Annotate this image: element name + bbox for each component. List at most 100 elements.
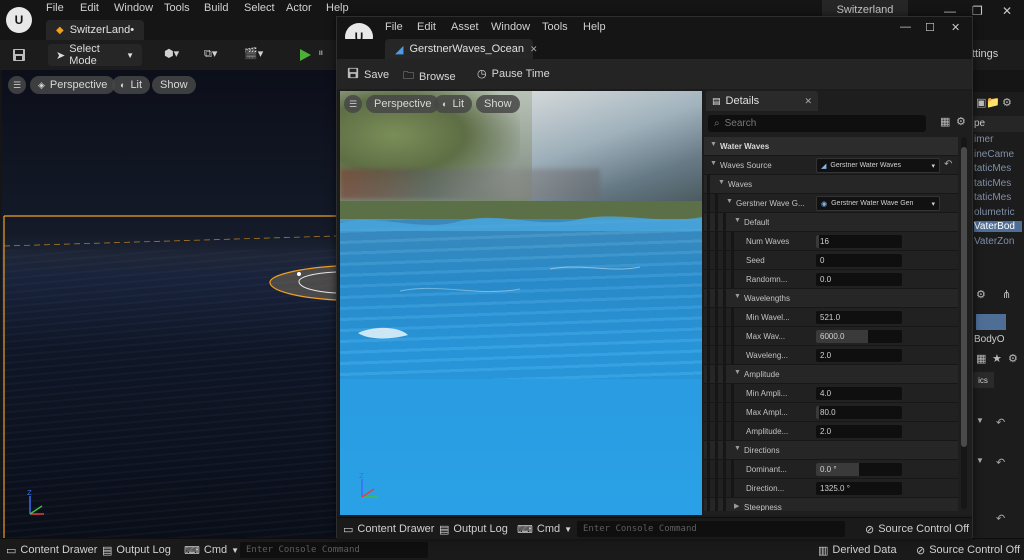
console-input[interactable]: Enter Console Command bbox=[577, 521, 845, 537]
source-control-button[interactable]: ⊘ Source Control Off bbox=[916, 542, 1020, 558]
maximize-icon[interactable]: ☐ bbox=[925, 21, 935, 34]
level-tab[interactable]: ◆ SwitzerLand• bbox=[46, 20, 145, 40]
property-row[interactable]: ▼ Gerstner Wave G... ◉ Gerstner Water Wave … bbox=[704, 194, 958, 213]
grid-icon[interactable]: ▦ bbox=[976, 352, 986, 365]
content-drawer-button[interactable]: ▭ Content Drawer bbox=[343, 521, 434, 537]
outliner-item[interactable]: VaterZon bbox=[974, 236, 1014, 247]
select-mode-dropdown[interactable]: ➤ Select Mode ▼ bbox=[48, 43, 142, 67]
outliner-item[interactable]: ineCame bbox=[974, 149, 1014, 160]
folder-icon[interactable]: 📁 bbox=[986, 96, 1000, 109]
menu-item[interactable]: Actor bbox=[286, 2, 312, 14]
outliner-item[interactable]: taticMes bbox=[974, 163, 1011, 174]
menu-item[interactable]: File bbox=[46, 2, 64, 14]
component-selected[interactable] bbox=[976, 314, 1006, 330]
table-view-icon[interactable]: ▦ bbox=[940, 115, 950, 128]
property-combo[interactable]: ◉ Gerstner Water Wave Gen ▾ bbox=[816, 196, 940, 211]
collapse-arrow-icon[interactable]: ▼ bbox=[734, 369, 741, 376]
close-window-icon[interactable]: ✕ bbox=[1002, 4, 1012, 18]
numeric-input[interactable]: 0.0 bbox=[816, 273, 902, 286]
numeric-input[interactable]: 2.0 bbox=[816, 425, 902, 438]
collapse-arrow-icon[interactable]: ▼ bbox=[734, 445, 741, 452]
menu-item[interactable]: Select bbox=[244, 2, 275, 14]
menu-item[interactable]: Asset bbox=[451, 21, 479, 33]
menu-item[interactable]: Tools bbox=[164, 2, 190, 14]
reset-arrow-icon[interactable]: ↶ bbox=[996, 456, 1005, 469]
minimize-icon[interactable]: — bbox=[900, 21, 911, 33]
gear-icon[interactable]: ⚙ bbox=[956, 115, 966, 128]
property-category[interactable]: ▼ Directions bbox=[704, 441, 958, 460]
level-viewport[interactable]: ☰ ◈ Perspective ◐ Lit Show Z bbox=[2, 70, 336, 538]
details-scroll-thumb[interactable] bbox=[961, 147, 967, 447]
viewport-menu-button[interactable]: ☰ bbox=[8, 76, 26, 94]
browse-button[interactable]: 🗀 Browse bbox=[403, 67, 456, 86]
menu-item[interactable]: Build bbox=[204, 2, 228, 14]
content-drawer-button[interactable]: ▭ Content Drawer bbox=[6, 542, 97, 558]
close-tab-icon[interactable]: ✕ bbox=[804, 96, 812, 107]
collapse-arrow-icon[interactable]: ▼ bbox=[726, 198, 733, 205]
property-row[interactable]: ▼ Waves Source ◢ Gerstner Water Waves ▾ ↶ bbox=[704, 156, 958, 175]
reset-arrow-icon[interactable]: ↶ bbox=[996, 512, 1005, 525]
show-button[interactable]: Show bbox=[152, 76, 196, 94]
expand-arrow-icon[interactable]: ▶ bbox=[734, 502, 739, 510]
numeric-input[interactable]: 2.0 bbox=[816, 349, 902, 362]
asset-tab[interactable]: ◢ GerstnerWaves_Ocean ✕ bbox=[385, 39, 538, 59]
menu-item[interactable]: Tools bbox=[542, 21, 568, 33]
property-category[interactable]: ▼ Water Waves bbox=[704, 137, 958, 156]
cinematics-icon[interactable]: 🎬▾ bbox=[244, 47, 263, 60]
numeric-input[interactable]: 80.0 bbox=[816, 406, 902, 419]
menu-item[interactable]: Edit bbox=[80, 2, 99, 14]
property-row[interactable]: Waveleng... 2.0 bbox=[704, 346, 958, 365]
console-input[interactable]: Enter Console Command bbox=[240, 542, 428, 558]
save-all-icon[interactable] bbox=[12, 48, 26, 62]
numeric-input[interactable]: 1325.0 ° bbox=[816, 482, 902, 495]
outliner-item[interactable]: olumetric bbox=[974, 207, 1015, 218]
property-category[interactable]: ▼ Default bbox=[704, 213, 958, 232]
numeric-input[interactable]: 16 bbox=[816, 235, 902, 248]
dropdown-chevron-icon[interactable]: ▼ bbox=[976, 416, 984, 425]
property-row[interactable]: Min Wavel... 521.0 bbox=[704, 308, 958, 327]
output-log-button[interactable]: ▤ Output Log bbox=[102, 542, 171, 558]
collapse-arrow-icon[interactable]: ▼ bbox=[734, 217, 741, 224]
collapse-arrow-icon[interactable]: ▼ bbox=[710, 160, 717, 167]
perspective-button[interactable]: ◈ Perspective bbox=[30, 76, 116, 94]
menu-item[interactable]: Edit bbox=[417, 21, 436, 33]
numeric-input[interactable]: 0 bbox=[816, 254, 902, 267]
menu-item[interactable]: Window bbox=[491, 21, 530, 33]
property-row[interactable]: Direction... 1325.0 ° bbox=[704, 479, 958, 498]
close-tab-icon[interactable]: ✕ bbox=[530, 44, 538, 55]
blueprint-icon[interactable]: ⧉▾ bbox=[204, 47, 217, 61]
property-row[interactable]: Num Waves 16 bbox=[704, 232, 958, 251]
details-tab[interactable]: ▤ Details ✕ bbox=[706, 91, 818, 111]
play-icon[interactable] bbox=[298, 48, 312, 62]
asset-preview-viewport[interactable]: ☰ Perspective ◐ Lit Show Z bbox=[340, 91, 702, 515]
outliner-item[interactable]: imer bbox=[974, 134, 993, 145]
collapse-arrow-icon[interactable]: ▼ bbox=[734, 293, 741, 300]
outliner-item[interactable]: taticMes bbox=[974, 178, 1011, 189]
add-actor-icon[interactable]: ⬢▾ bbox=[164, 47, 179, 60]
property-row[interactable]: Amplitude... 2.0 bbox=[704, 422, 958, 441]
pause-time-button[interactable]: ◷ Pause Time bbox=[477, 67, 550, 81]
collapse-arrow-icon[interactable]: ▼ bbox=[710, 141, 717, 148]
settings-button[interactable]: ttings bbox=[972, 48, 998, 60]
output-log-button[interactable]: ▤ Output Log bbox=[439, 521, 508, 537]
close-window-icon[interactable]: ✕ bbox=[951, 21, 960, 34]
property-row[interactable]: Max Wav... 6000.0 bbox=[704, 327, 958, 346]
unreal-logo-icon[interactable]: U bbox=[6, 7, 32, 33]
details-search-input[interactable]: ⌕ Search bbox=[708, 115, 926, 132]
menu-item[interactable]: Help bbox=[326, 2, 349, 14]
property-row[interactable]: Dominant... 0.0 ° bbox=[704, 460, 958, 479]
numeric-input[interactable]: 0.0 ° bbox=[816, 463, 902, 476]
derived-data-button[interactable]: ▥ Derived Data bbox=[818, 542, 897, 558]
numeric-input[interactable]: 521.0 bbox=[816, 311, 902, 324]
play-options-icon[interactable]: ⏸ bbox=[318, 47, 324, 60]
restore-icon[interactable]: ❐ bbox=[972, 4, 983, 18]
lit-button[interactable]: ◐ Lit bbox=[434, 95, 473, 113]
reset-arrow-icon[interactable]: ↶ bbox=[944, 159, 952, 170]
property-combo[interactable]: ◢ Gerstner Water Waves ▾ bbox=[816, 158, 940, 173]
property-row[interactable]: Min Ampli... 4.0 bbox=[704, 384, 958, 403]
hierarchy-icon[interactable]: ⋔ bbox=[1002, 288, 1011, 301]
property-category[interactable]: ▶ Steepness bbox=[704, 498, 958, 511]
property-row[interactable]: Seed 0 bbox=[704, 251, 958, 270]
perspective-button[interactable]: Perspective bbox=[366, 95, 440, 113]
physics-button[interactable]: ics bbox=[972, 372, 994, 388]
